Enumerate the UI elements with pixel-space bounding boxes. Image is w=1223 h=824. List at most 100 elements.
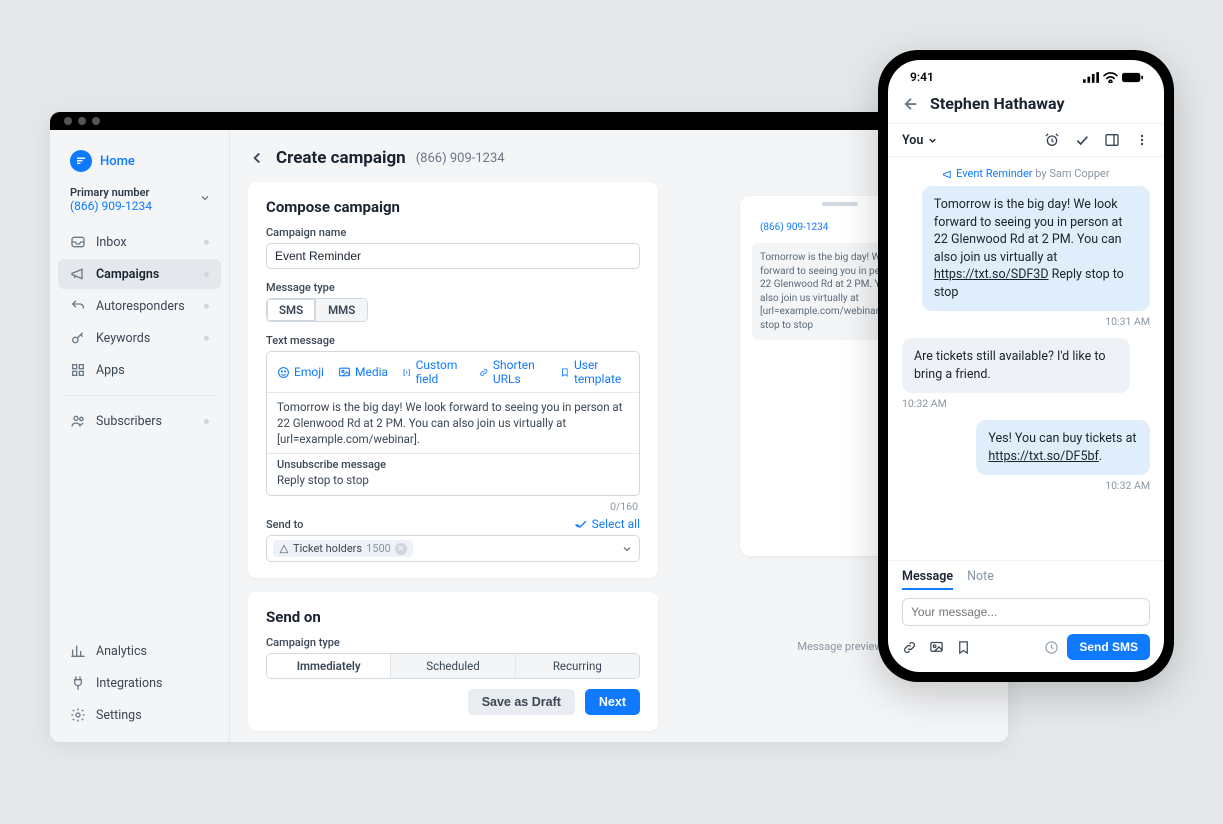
- campaign-name-input[interactable]: [266, 243, 640, 269]
- event-name: Event Reminder: [956, 167, 1032, 180]
- sender-selector[interactable]: You: [902, 133, 938, 148]
- phone-composer: Message Note Send SMS: [888, 560, 1164, 672]
- next-button[interactable]: Next: [585, 689, 640, 715]
- sidebar-item-autoresponders[interactable]: Autoresponders: [58, 291, 221, 321]
- more-icon[interactable]: [1134, 132, 1150, 148]
- image-icon[interactable]: [929, 640, 944, 655]
- back-icon[interactable]: [248, 149, 266, 167]
- campaign-type-label: Campaign type: [266, 636, 640, 649]
- bookmark-icon[interactable]: [956, 640, 971, 655]
- message-bubble-out: Tomorrow is the big day! We look forward…: [922, 186, 1150, 311]
- sidebar: Home Primary number (866) 909-1234 Inbox…: [50, 130, 230, 742]
- traffic-light-max[interactable]: [92, 117, 100, 125]
- page-phone: (866) 909-1234: [416, 151, 505, 166]
- logo-home[interactable]: Home: [58, 144, 221, 186]
- sidebar-item-keywords[interactable]: Keywords: [58, 323, 221, 353]
- divider: [62, 395, 217, 396]
- sendon-title: Send on: [266, 608, 640, 626]
- home-link-label: Home: [100, 154, 135, 169]
- snooze-icon[interactable]: [1044, 132, 1060, 148]
- message-link[interactable]: https://txt.so/SDF3D: [934, 267, 1049, 282]
- sidebar-item-analytics[interactable]: Analytics: [58, 636, 221, 666]
- primary-number-label: Primary number: [70, 186, 209, 199]
- select-all-link[interactable]: Select all: [575, 517, 640, 531]
- status-dot: [204, 240, 209, 245]
- unsubscribe-text[interactable]: Reply stop to stop: [267, 471, 639, 495]
- toolbar-custom-field[interactable]: Custom field: [402, 358, 465, 386]
- unsubscribe-label: Unsubscribe message: [267, 453, 639, 471]
- status-time: 9:41: [910, 70, 934, 84]
- phone-status-bar: 9:41: [888, 60, 1164, 88]
- event-tag: Event Reminder by Sam Copper: [902, 167, 1150, 180]
- text-message-label: Text message: [266, 334, 640, 347]
- message-toolbar: Emoji Media Custom field Shorten URLs Us…: [267, 352, 639, 393]
- sidebar-item-subscribers[interactable]: Subscribers: [58, 406, 221, 436]
- traffic-light-min[interactable]: [78, 117, 86, 125]
- toolbar-emoji[interactable]: Emoji: [277, 358, 324, 386]
- sidebar-item-label: Keywords: [96, 331, 150, 346]
- phone-header-actions: [1044, 132, 1150, 148]
- seg-mms[interactable]: MMS: [315, 299, 367, 321]
- tab-note[interactable]: Note: [967, 569, 994, 590]
- sidebar-footer: Analytics Integrations Settings: [58, 636, 221, 734]
- key-icon: [70, 330, 86, 346]
- composer-actions: Send SMS: [902, 634, 1150, 660]
- message-bubble-out: Yes! You can buy tickets at https://txt.…: [976, 420, 1150, 475]
- message-type-toggle: SMS MMS: [266, 298, 368, 322]
- send-sms-button[interactable]: Send SMS: [1067, 634, 1150, 660]
- message-bubble-in: Are tickets still available? I'd like to…: [902, 338, 1130, 393]
- compose-title: Compose campaign: [266, 198, 640, 216]
- toolbar-user-template[interactable]: User template: [560, 358, 629, 386]
- status-dot: [204, 272, 209, 277]
- message-link[interactable]: https://txt.so/DF5bf: [988, 449, 1098, 464]
- back-arrow-icon[interactable]: [902, 95, 920, 113]
- sidebar-item-apps[interactable]: Apps: [58, 355, 221, 385]
- sidebar-item-label: Subscribers: [96, 414, 162, 429]
- traffic-light-close[interactable]: [64, 117, 72, 125]
- nav-list: Inbox Campaigns Autoresponders Keywords: [58, 227, 221, 436]
- recipients-select[interactable]: Ticket holders 1500 ✕: [266, 535, 640, 562]
- sidebar-item-label: Autoresponders: [96, 299, 185, 314]
- primary-number-selector[interactable]: Primary number (866) 909-1234: [58, 186, 221, 223]
- char-count: 0/160: [266, 496, 640, 513]
- inbox-icon: [70, 234, 86, 250]
- schedule-icon[interactable]: [1044, 640, 1059, 655]
- chip-remove-icon[interactable]: ✕: [395, 543, 407, 555]
- sidebar-item-inbox[interactable]: Inbox: [58, 227, 221, 257]
- chart-icon: [70, 643, 86, 659]
- sidebar-item-campaigns[interactable]: Campaigns: [58, 259, 221, 289]
- sidebar-item-label: Settings: [96, 708, 142, 723]
- check-icon[interactable]: [1074, 132, 1090, 148]
- message-input[interactable]: [902, 598, 1150, 626]
- megaphone-icon: [70, 266, 86, 282]
- page-header: Create campaign (866) 909-1234: [248, 148, 984, 182]
- sidebar-item-label: Inbox: [96, 235, 127, 250]
- sidebar-item-settings[interactable]: Settings: [58, 700, 221, 730]
- status-icons: [1083, 72, 1144, 83]
- toolbar-shorten-urls[interactable]: Shorten URLs: [479, 358, 546, 386]
- chevron-down-icon: [927, 135, 938, 146]
- toolbar-media[interactable]: Media: [338, 358, 388, 386]
- link-icon[interactable]: [902, 640, 917, 655]
- sendto-label: Send to: [266, 518, 303, 531]
- panel-icon[interactable]: [1104, 132, 1120, 148]
- chip-label: Ticket holders: [293, 542, 362, 555]
- save-draft-button[interactable]: Save as Draft: [468, 689, 575, 715]
- drag-handle-icon[interactable]: [822, 202, 858, 206]
- tab-recurring[interactable]: Recurring: [516, 654, 639, 678]
- primary-number-value: (866) 909-1234: [70, 199, 209, 213]
- message-textarea[interactable]: Tomorrow is the big day! We look forward…: [267, 393, 639, 453]
- campaign-type-tabs: Immediately Scheduled Recurring: [266, 653, 640, 679]
- tab-scheduled[interactable]: Scheduled: [391, 654, 515, 678]
- tab-immediately[interactable]: Immediately: [267, 654, 391, 678]
- campaign-name-label: Campaign name: [266, 226, 640, 239]
- tab-message[interactable]: Message: [902, 569, 953, 590]
- phone-subheader: You: [888, 124, 1164, 157]
- sidebar-item-label: Analytics: [96, 644, 147, 659]
- chevron-down-icon: [199, 192, 211, 204]
- cellular-icon: [1083, 72, 1099, 83]
- seg-sms[interactable]: SMS: [267, 299, 315, 321]
- timestamp: 10:31 AM: [902, 315, 1150, 328]
- megaphone-icon: [942, 169, 953, 180]
- sidebar-item-integrations[interactable]: Integrations: [58, 668, 221, 698]
